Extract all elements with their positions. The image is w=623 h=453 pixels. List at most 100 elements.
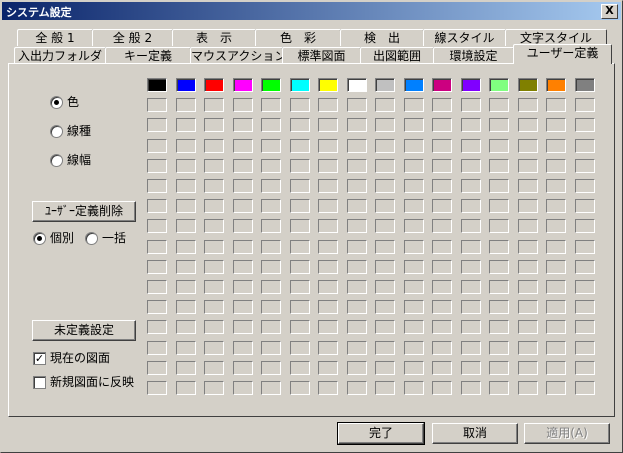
user-definition-cell[interactable]: [575, 139, 595, 153]
user-definition-cell[interactable]: [204, 300, 224, 314]
checkbox-icon[interactable]: ✓: [33, 352, 46, 365]
user-definition-cell[interactable]: [461, 118, 481, 132]
user-definition-cell[interactable]: [176, 341, 196, 355]
user-definition-cell[interactable]: [518, 179, 538, 193]
user-definition-cell[interactable]: [575, 199, 595, 213]
user-definition-cell[interactable]: [204, 361, 224, 375]
user-definition-cell[interactable]: [518, 361, 538, 375]
user-definition-cell[interactable]: [489, 341, 509, 355]
user-definition-cell[interactable]: [233, 98, 253, 112]
user-definition-cell[interactable]: [204, 139, 224, 153]
user-definition-cell[interactable]: [290, 118, 310, 132]
color-swatch-7[interactable]: [318, 78, 338, 92]
title-bar[interactable]: システム設定 X: [2, 2, 621, 20]
user-definition-cell[interactable]: [375, 300, 395, 314]
user-definition-cell[interactable]: [290, 260, 310, 274]
user-definition-cell[interactable]: [518, 240, 538, 254]
user-definition-cell[interactable]: [233, 219, 253, 233]
user-definition-cell[interactable]: [575, 320, 595, 334]
tab-2-back[interactable]: 全 般 2: [92, 29, 173, 46]
user-definition-cell[interactable]: [489, 118, 509, 132]
user-definition-cell[interactable]: [204, 98, 224, 112]
user-definition-cell[interactable]: [375, 199, 395, 213]
user-definition-cell[interactable]: [375, 179, 395, 193]
user-definition-cell[interactable]: [233, 381, 253, 395]
user-definition-cell[interactable]: [290, 280, 310, 294]
color-swatch-5[interactable]: [261, 78, 281, 92]
user-definition-cell[interactable]: [204, 260, 224, 274]
user-definition-cell[interactable]: [432, 159, 452, 173]
user-definition-cell[interactable]: [147, 300, 167, 314]
user-definition-cell[interactable]: [546, 381, 566, 395]
user-definition-cell[interactable]: [432, 98, 452, 112]
user-definition-cell[interactable]: [261, 341, 281, 355]
user-definition-cell[interactable]: [176, 240, 196, 254]
user-definition-cell[interactable]: [261, 381, 281, 395]
user-definition-cell[interactable]: [318, 260, 338, 274]
user-definition-cell[interactable]: [347, 280, 367, 294]
user-definition-cell[interactable]: [261, 159, 281, 173]
user-definition-cell[interactable]: [546, 139, 566, 153]
user-definition-cell[interactable]: [461, 98, 481, 112]
tab-user-definition-selected[interactable]: ユーザー定義: [513, 44, 612, 64]
tab-6-back[interactable]: 線スタイル: [423, 29, 506, 46]
user-definition-cell[interactable]: [575, 361, 595, 375]
user-definition-cell[interactable]: [233, 118, 253, 132]
user-definition-cell[interactable]: [261, 361, 281, 375]
user-definition-cell[interactable]: [147, 179, 167, 193]
user-definition-cell[interactable]: [432, 341, 452, 355]
user-definition-cell[interactable]: [176, 260, 196, 274]
user-definition-cell[interactable]: [518, 159, 538, 173]
user-definition-cell[interactable]: [489, 280, 509, 294]
color-swatch-9[interactable]: [375, 78, 395, 92]
user-definition-cell[interactable]: [375, 98, 395, 112]
user-definition-cell[interactable]: [432, 260, 452, 274]
user-definition-cell[interactable]: [176, 361, 196, 375]
color-swatch-11[interactable]: [432, 78, 452, 92]
user-definition-cell[interactable]: [318, 98, 338, 112]
user-definition-cell[interactable]: [318, 118, 338, 132]
user-definition-cell[interactable]: [347, 300, 367, 314]
user-definition-cell[interactable]: [318, 361, 338, 375]
user-definition-cell[interactable]: [290, 179, 310, 193]
checkbox-row-1[interactable]: ✓ 現在の図面: [33, 350, 110, 366]
user-definition-cell[interactable]: [290, 159, 310, 173]
user-definition-cell[interactable]: [461, 159, 481, 173]
user-definition-cell[interactable]: [204, 240, 224, 254]
user-definition-cell[interactable]: [147, 381, 167, 395]
user-definition-cell[interactable]: [489, 219, 509, 233]
user-definition-cell[interactable]: [176, 139, 196, 153]
user-definition-cell[interactable]: [489, 139, 509, 153]
user-definition-cell[interactable]: [404, 300, 424, 314]
user-definition-cell[interactable]: [290, 320, 310, 334]
user-definition-cell[interactable]: [575, 159, 595, 173]
user-definition-cell[interactable]: [176, 381, 196, 395]
user-definition-cell[interactable]: [546, 219, 566, 233]
user-definition-cell[interactable]: [318, 300, 338, 314]
user-definition-cell[interactable]: [318, 381, 338, 395]
user-definition-cell[interactable]: [375, 159, 395, 173]
user-definition-cell[interactable]: [318, 159, 338, 173]
user-definition-cell[interactable]: [546, 341, 566, 355]
user-definition-cell[interactable]: [432, 381, 452, 395]
user-definition-cell[interactable]: [404, 159, 424, 173]
user-definition-cell[interactable]: [147, 320, 167, 334]
user-definition-cell[interactable]: [233, 139, 253, 153]
radio-button-icon[interactable]: [33, 232, 46, 245]
type-radio-3[interactable]: 線幅: [50, 152, 91, 168]
user-definition-cell[interactable]: [375, 118, 395, 132]
user-definition-cell[interactable]: [461, 280, 481, 294]
user-definition-cell[interactable]: [233, 199, 253, 213]
user-definition-cell[interactable]: [290, 300, 310, 314]
user-definition-cell[interactable]: [375, 280, 395, 294]
user-definition-cell[interactable]: [233, 179, 253, 193]
user-definition-cell[interactable]: [518, 300, 538, 314]
tab-4-front[interactable]: 標準図面: [282, 47, 361, 64]
user-definition-cell[interactable]: [375, 219, 395, 233]
user-definition-cell[interactable]: [432, 179, 452, 193]
user-definition-cell[interactable]: [375, 240, 395, 254]
tab-2-front[interactable]: キー定義: [105, 47, 191, 64]
scope-radio-2[interactable]: 一括: [85, 230, 126, 246]
checkbox-row-2[interactable]: 新規図面に反映: [33, 374, 134, 390]
radio-button-icon[interactable]: [50, 125, 63, 138]
